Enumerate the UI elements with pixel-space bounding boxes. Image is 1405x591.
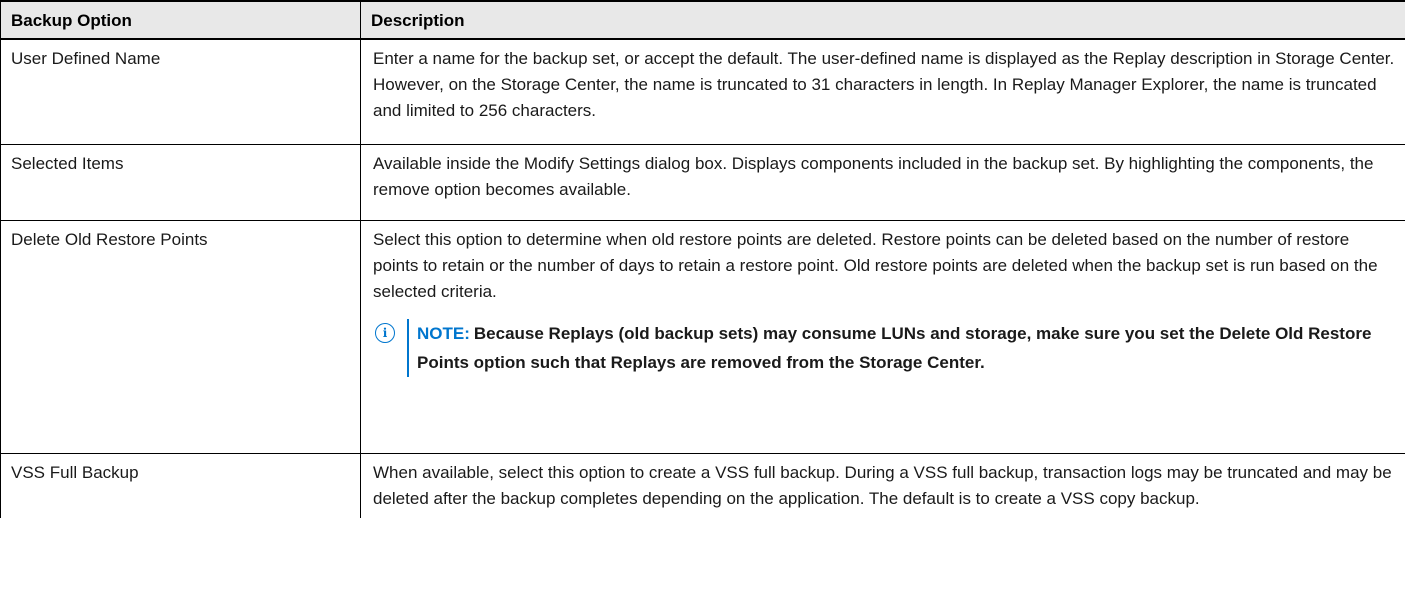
description-cell: Available inside the Modify Settings dia… bbox=[360, 143, 1405, 221]
table-row: Delete Old Restore Points Select this op… bbox=[0, 219, 1405, 454]
description-cell: When available, select this option to cr… bbox=[360, 452, 1405, 518]
backup-options-table: Backup Option Description User Defined N… bbox=[0, 0, 1405, 518]
description-cell-with-note: Select this option to determine when old… bbox=[360, 219, 1405, 454]
option-cell: Selected Items bbox=[0, 143, 361, 221]
note-callout: i NOTE: Because Replays (old backup sets)… bbox=[375, 318, 1397, 377]
option-cell: User Defined Name bbox=[0, 38, 361, 145]
option-cell: Delete Old Restore Points bbox=[0, 219, 361, 454]
description-text: Select this option to determine when old… bbox=[373, 229, 1378, 301]
header-description: Description bbox=[360, 0, 1405, 40]
table-row: User Defined Name Enter a name for the b… bbox=[0, 38, 1405, 145]
description-cell: Enter a name for the backup set, or acce… bbox=[360, 38, 1405, 145]
table-row: Selected Items Available inside the Modi… bbox=[0, 143, 1405, 221]
option-cell: VSS Full Backup bbox=[0, 452, 361, 518]
note-text: Because Replays (old backup sets) may co… bbox=[417, 323, 1372, 372]
note-label: NOTE: bbox=[417, 323, 470, 343]
table-row: VSS Full Backup When available, select t… bbox=[0, 452, 1405, 518]
info-circle-icon: i bbox=[375, 322, 395, 343]
header-backup-option: Backup Option bbox=[0, 0, 361, 40]
table-header-row: Backup Option Description bbox=[0, 0, 1405, 40]
note-body: NOTE: Because Replays (old backup sets) m… bbox=[407, 318, 1397, 377]
